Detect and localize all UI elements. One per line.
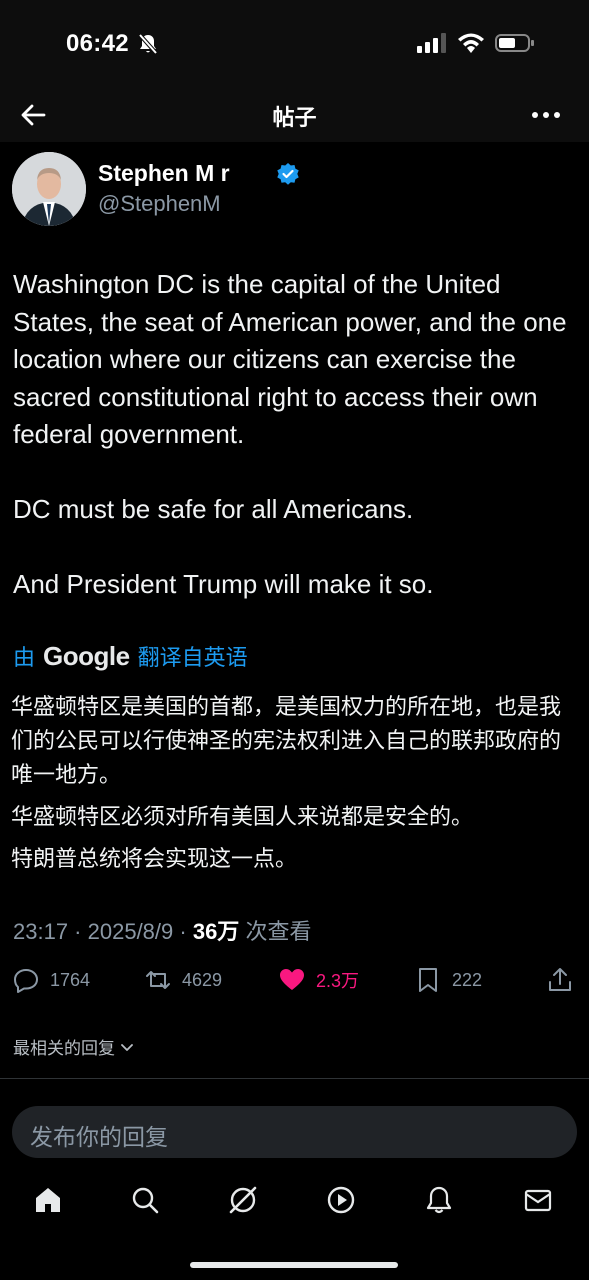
system-icons — [417, 33, 535, 53]
home-indicator — [190, 1262, 398, 1268]
battery-icon — [495, 34, 534, 52]
translation-attribution[interactable]: 由 Google 翻译自英语 — [13, 640, 248, 672]
translated-paragraph: 特朗普总统将会实现这一点。 — [11, 846, 298, 871]
page-title: 帖子 — [272, 105, 317, 130]
bell-slash-icon — [138, 33, 158, 55]
bookmark-count: 222 — [452, 969, 483, 990]
top-header: 帖子 — [0, 88, 589, 142]
reply-button[interactable]: 1764 — [12, 966, 90, 994]
translation-suffix: 翻译自英语 — [137, 645, 248, 670]
reply-sort-dropdown[interactable]: 最相关的回复 — [13, 1034, 135, 1059]
like-count: 2.3万 — [316, 971, 360, 991]
translated-paragraph: 华盛顿特区是美国的首都，是美国权力的所在地，也是我们的公民可以行使神圣的宪法权利… — [11, 694, 562, 787]
tweet-paragraph: And President Trump will make it so. — [13, 569, 434, 599]
status-time: 06:42 — [66, 30, 129, 57]
signal-icon — [417, 33, 446, 53]
bookmark-button[interactable]: 222 — [414, 966, 482, 994]
translated-paragraph: 华盛顿特区必须对所有美国人来说都是安全的。 — [11, 804, 474, 829]
reply-icon — [14, 969, 38, 993]
repost-button[interactable]: 4629 — [144, 966, 222, 994]
grok-icon[interactable] — [227, 1184, 259, 1216]
avatar[interactable] — [12, 152, 86, 226]
sort-label: 最相关的回复 — [13, 1039, 115, 1058]
repost-count: 4629 — [182, 969, 223, 990]
heart-filled-icon — [280, 969, 304, 990]
google-logo: Google — [43, 640, 130, 671]
post-date: 2025/8/9 — [87, 919, 174, 944]
share-button[interactable] — [546, 966, 574, 994]
reply-input[interactable]: 发布你的回复 — [12, 1106, 577, 1158]
messages-envelope-icon[interactable] — [522, 1184, 554, 1216]
tweet-paragraph: Washington DC is the capital of the Unit… — [13, 269, 567, 449]
view-count[interactable]: 36万 — [193, 919, 239, 944]
search-icon[interactable] — [129, 1184, 161, 1216]
video-play-icon[interactable] — [325, 1184, 357, 1216]
status-bar: 06:42 — [0, 0, 589, 88]
share-icon — [549, 968, 571, 991]
tweet-paragraph: DC must be safe for all Americans. — [13, 494, 414, 524]
action-bar: 1764 4629 2.3万 222 — [0, 966, 589, 1006]
repost-icon — [146, 971, 170, 989]
bottom-navigation — [0, 1170, 589, 1234]
wifi-icon — [458, 33, 484, 53]
post-meta: 23:17 · 2025/8/9 · 36万 次查看 — [13, 919, 312, 944]
views-label: 次查看 — [245, 919, 312, 944]
reply-count: 1764 — [50, 969, 91, 990]
divider — [0, 1078, 589, 1079]
home-icon[interactable] — [32, 1184, 64, 1216]
reply-placeholder: 发布你的回复 — [30, 1124, 168, 1150]
more-options-icon[interactable] — [529, 99, 563, 131]
chevron-down-icon — [121, 1043, 133, 1051]
post-time: 23:17 — [13, 919, 69, 944]
bookmark-icon — [419, 968, 437, 992]
translated-text: 华盛顿特区是美国的首都，是美国权力的所在地，也是我们的公民可以行使神圣的宪法权利… — [11, 690, 579, 884]
author-name[interactable]: Stephen M r — [98, 160, 230, 187]
tweet-text: Washington DC is the capital of the Unit… — [13, 266, 579, 604]
like-button[interactable]: 2.3万 — [278, 966, 359, 994]
author-handle[interactable]: @StephenM — [98, 191, 221, 217]
translation-prefix: 由 — [13, 645, 36, 670]
notifications-bell-icon[interactable] — [423, 1184, 455, 1216]
verified-badge-icon — [277, 163, 299, 185]
